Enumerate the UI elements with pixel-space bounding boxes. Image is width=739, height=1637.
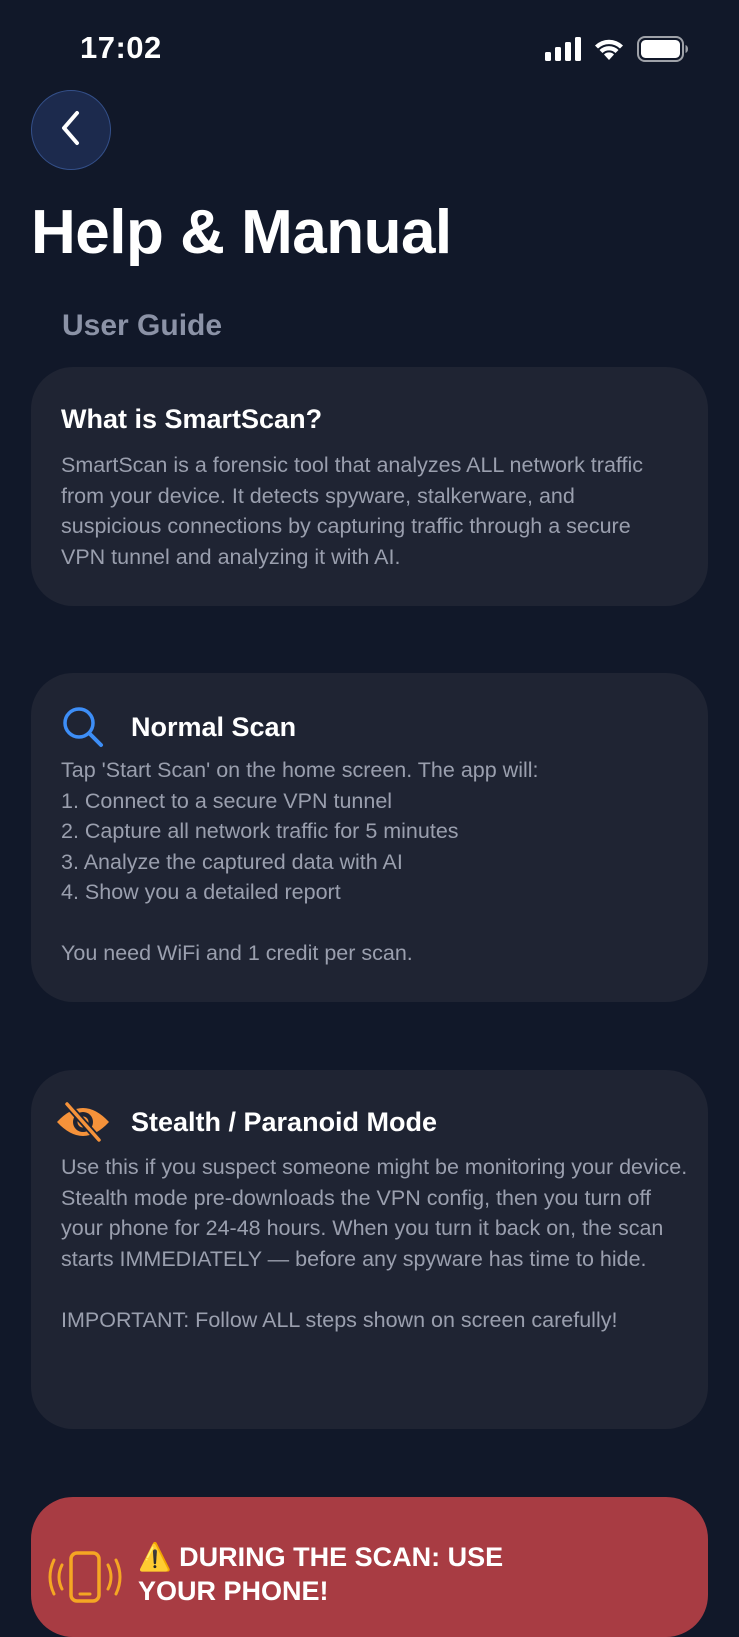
card-during-scan-warning: ⚠️ DURING THE SCAN: USE YOUR PHONE! — [31, 1497, 708, 1637]
card-title: Normal Scan — [131, 711, 297, 742]
cellular-signal-icon — [545, 37, 581, 66]
card-body: Use this if you suspect someone might be… — [61, 1155, 688, 1332]
card-header: Normal Scan — [61, 699, 296, 755]
section-label: User Guide — [62, 309, 223, 342]
card-normal-scan: Normal Scan Tap 'Start Scan' on the home… — [31, 673, 708, 1002]
card-body: Tap 'Start Scan' on the home screen. The… — [61, 758, 539, 965]
status-time: 17:02 — [80, 30, 162, 65]
eye-slash-icon — [55, 1094, 111, 1150]
battery-icon — [637, 36, 689, 67]
phone-vibrate-icon — [47, 1549, 123, 1610]
card-header: Stealth / Paranoid Mode — [57, 1094, 438, 1150]
status-icons — [545, 36, 689, 67]
card-body: SmartScan is a forensic tool that analyz… — [61, 453, 643, 569]
card-what-is-smartscan: What is SmartScan? SmartScan is a forens… — [31, 367, 708, 606]
warning-title: ⚠️ DURING THE SCAN: USE YOUR PHONE! — [138, 1542, 504, 1606]
card-stealth-mode: Stealth / Paranoid Mode Use this if you … — [31, 1070, 708, 1429]
card-title: Stealth / Paranoid Mode — [131, 1106, 438, 1137]
wifi-icon — [593, 37, 625, 66]
page-title: Help & Manual — [31, 198, 452, 267]
card-title: What is SmartScan? — [61, 404, 323, 434]
search-icon — [55, 699, 111, 755]
status-bar: 17:02 — [0, 0, 739, 90]
back-button[interactable] — [31, 90, 111, 170]
chevron-left-icon — [56, 108, 86, 153]
